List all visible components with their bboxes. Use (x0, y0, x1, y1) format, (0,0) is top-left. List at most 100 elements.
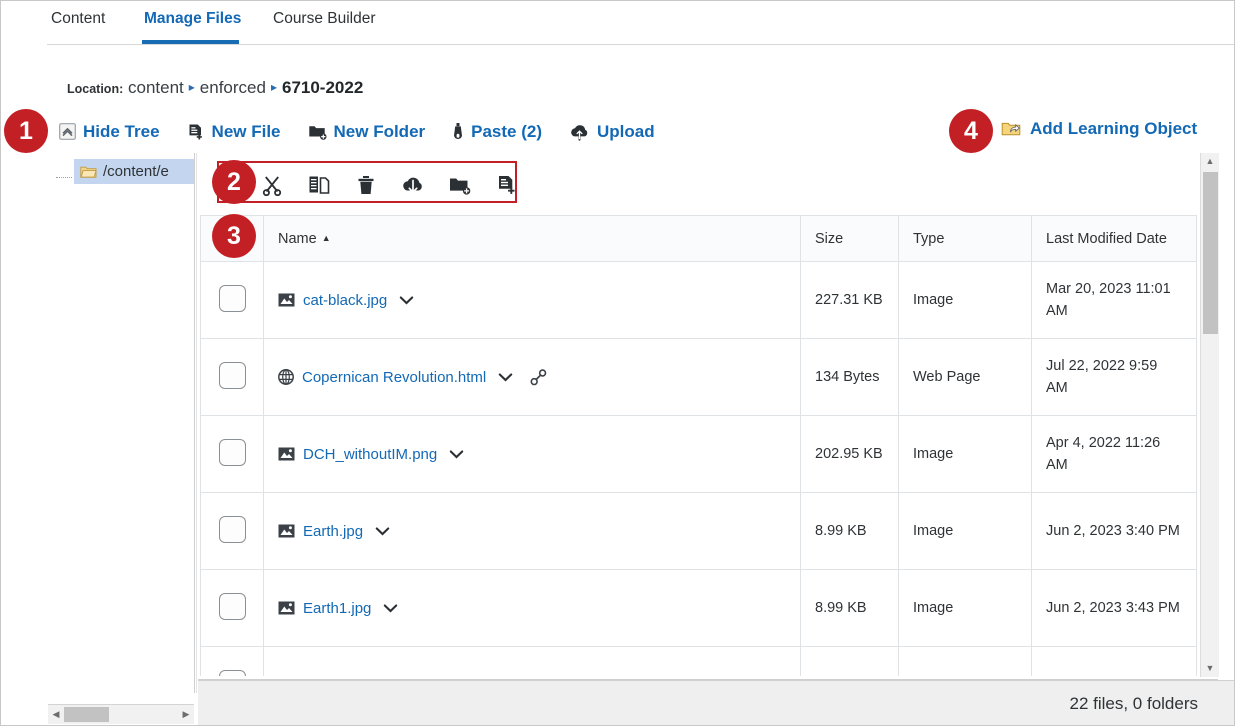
image-file-icon (278, 524, 295, 538)
file-modified: Jun 2, 2023 3:40 PM (1046, 522, 1180, 539)
column-header-type[interactable]: Type (898, 215, 1032, 262)
file-list-panel: Name ▲ Size Type Last Modified Date cat-… (198, 153, 1198, 677)
tree-horizontal-scrollbar[interactable]: ◀ ▶ (48, 704, 194, 724)
row-type-cell: Image (898, 492, 1032, 570)
learning-object-folder-icon (1001, 120, 1022, 138)
image-file-icon (278, 601, 295, 615)
tab-manage-files[interactable]: Manage Files (140, 8, 245, 30)
column-header-name-label: Name (278, 230, 317, 247)
new-file-icon[interactable] (493, 171, 521, 199)
table-row[interactable]: cat-black.jpg 227.31 KB Image Mar 20, 20… (200, 261, 1197, 339)
scroll-right-icon[interactable]: ▶ (178, 709, 194, 720)
file-modified: Jul 22, 2022 9:59 AM (1046, 357, 1158, 396)
row-select-cell[interactable] (200, 338, 264, 416)
table-row[interactable]: Earth.jpg 8.99 KB Image Jun 2, 2023 3:40… (200, 492, 1197, 570)
tree-node-content[interactable]: /content/e (74, 159, 194, 184)
scroll-up-icon[interactable]: ▲ (1201, 153, 1219, 170)
chevron-down-icon[interactable] (379, 603, 402, 613)
paste-label: Paste (2) (471, 121, 543, 141)
hide-tree-button[interactable]: Hide Tree (59, 122, 160, 142)
tab-bar: Content Manage Files Course Builder (1, 1, 1234, 45)
row-checkbox[interactable] (218, 361, 246, 389)
image-file-icon (278, 293, 295, 307)
file-link[interactable]: cat-black.jpg (303, 292, 387, 309)
column-header-modified[interactable]: Last Modified Date (1031, 215, 1197, 262)
link-icon[interactable] (529, 368, 548, 386)
new-folder-icon[interactable] (446, 171, 474, 199)
paste-button[interactable]: Paste (2) (452, 122, 542, 142)
row-checkbox[interactable] (218, 515, 246, 543)
breadcrumb-item-current: 6710-2022 (281, 78, 364, 97)
file-link[interactable]: Copernican Revolution.html (302, 369, 486, 386)
scroll-left-icon[interactable]: ◀ (48, 709, 64, 720)
row-modified-cell: Jun 2, 2023 3:43 PM (1031, 569, 1197, 647)
file-list-vertical-scrollbar[interactable]: ▲ ▼ (1200, 153, 1219, 677)
chevron-down-icon[interactable] (445, 449, 468, 459)
row-select-cell[interactable] (200, 492, 264, 570)
file-link[interactable]: Earth1.jpg (303, 600, 371, 617)
row-checkbox[interactable] (218, 284, 246, 312)
column-header-size[interactable]: Size (800, 215, 899, 262)
row-size-cell: 227.31 KB (800, 261, 899, 339)
file-icon-toolbar (198, 157, 1198, 213)
vscroll-thumb[interactable] (1203, 172, 1218, 334)
new-folder-button[interactable]: New Folder (308, 122, 425, 142)
file-link[interactable]: Earth.jpg (303, 523, 363, 540)
web-page-icon (278, 369, 294, 385)
table-row-partial[interactable]: 8.99 Jun 5, 2023 4:25 (200, 646, 1197, 677)
new-file-button[interactable]: New File (187, 122, 281, 142)
row-size-cell: 8.99 (800, 646, 899, 677)
download-icon[interactable] (399, 171, 427, 199)
image-file-icon (278, 447, 295, 461)
scroll-down-icon[interactable]: ▼ (1201, 660, 1219, 677)
row-modified-cell: Apr 4, 2022 11:26 AM (1031, 415, 1197, 493)
row-select-cell[interactable] (200, 415, 264, 493)
breadcrumb-item-content[interactable]: content (128, 78, 184, 97)
row-name-cell: Copernican Revolution.html (263, 338, 801, 416)
file-link[interactable]: DCH_withoutIM.png (303, 446, 437, 463)
file-count-footer: 22 files, 0 folders (198, 680, 1234, 725)
chevron-down-icon[interactable] (395, 295, 418, 305)
row-name-cell: cat-black.jpg (263, 261, 801, 339)
add-learning-object-button[interactable]: Add Learning Object (1001, 119, 1197, 139)
table-row[interactable]: Earth1.jpg 8.99 KB Image Jun 2, 2023 3:4… (200, 569, 1197, 647)
file-modified: Apr 4, 2022 11:26 AM (1046, 434, 1161, 473)
row-checkbox[interactable] (218, 438, 246, 466)
file-size: 202.95 KB (815, 445, 883, 462)
callout-badge-3: 3 (212, 214, 256, 258)
table-header: Name ▲ Size Type Last Modified Date (200, 215, 1197, 262)
tab-bar-divider (47, 44, 1234, 45)
tab-content[interactable]: Content (47, 8, 109, 30)
row-type-cell: Image (898, 415, 1032, 493)
column-header-name[interactable]: Name ▲ (263, 215, 801, 262)
copy-icon[interactable] (305, 171, 333, 199)
tree-hscroll-thumb[interactable] (64, 707, 109, 722)
breadcrumb-item-enforced[interactable]: enforced (200, 78, 266, 97)
row-checkbox[interactable] (218, 592, 246, 620)
row-select-cell[interactable] (200, 569, 264, 647)
row-select-cell[interactable] (200, 646, 264, 677)
row-modified-cell: Jun 2, 2023 3:40 PM (1031, 492, 1197, 570)
row-type-cell: Image (898, 261, 1032, 339)
row-modified-cell: Jul 22, 2022 9:59 AM (1031, 338, 1197, 416)
table-row[interactable]: Copernican Revolution.html 134 Bytes Web… (200, 338, 1197, 416)
row-select-cell[interactable] (200, 261, 264, 339)
file-actions-toolbar: Hide Tree New File New Folder Paste (2) … (37, 111, 706, 152)
tab-course-builder[interactable]: Course Builder (269, 8, 380, 30)
row-name-cell: Earth1.jpg (263, 569, 801, 647)
file-count-status: 22 files, 0 folders (1069, 693, 1198, 713)
folder-tree-panel: /content/e (11, 153, 194, 693)
table-body: cat-black.jpg 227.31 KB Image Mar 20, 20… (200, 261, 1197, 677)
chevron-down-icon[interactable] (371, 526, 394, 536)
files-table: Name ▲ Size Type Last Modified Date cat-… (200, 215, 1197, 677)
upload-button[interactable]: Upload (569, 122, 655, 142)
new-file-icon (187, 123, 205, 141)
tree-connector (56, 177, 72, 178)
cut-icon[interactable] (258, 171, 286, 199)
table-row[interactable]: DCH_withoutIM.png 202.95 KB Image Apr 4,… (200, 415, 1197, 493)
row-size-cell: 134 Bytes (800, 338, 899, 416)
row-name-cell: Earth.jpg (263, 492, 801, 570)
delete-icon[interactable] (352, 171, 380, 199)
file-size: 8.99 KB (815, 522, 867, 539)
chevron-down-icon[interactable] (494, 372, 517, 382)
